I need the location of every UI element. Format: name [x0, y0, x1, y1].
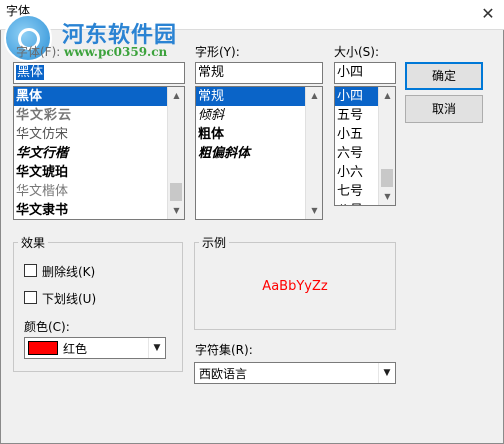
scroll-thumb[interactable]: [381, 169, 393, 187]
size-label: 大小(S):: [334, 45, 380, 59]
color-swatch: [28, 341, 58, 355]
color-value: 红色: [63, 342, 88, 356]
ok-button[interactable]: 确定: [405, 62, 483, 90]
font-input[interactable]: 黑体: [13, 62, 185, 84]
charset-select[interactable]: 西欧语言 ▼: [194, 362, 396, 384]
cancel-button[interactable]: 取消: [405, 95, 483, 123]
font-list[interactable]: 黑体 华文彩云 华文仿宋 华文行楷 华文琥珀 华文楷体 华文隶书 ▲ ▼: [13, 86, 185, 220]
style-input-value: 常规: [198, 65, 225, 80]
size-list[interactable]: 小四五号小五六号小六七号八号 ▲ ▼: [334, 86, 396, 206]
style-input[interactable]: 常规: [195, 62, 323, 84]
style-list-item[interactable]: 粗体: [196, 125, 322, 144]
chevron-down-icon[interactable]: ▼: [148, 338, 165, 358]
scroll-up-icon[interactable]: ▲: [306, 87, 322, 104]
size-input-value: 小四: [337, 65, 364, 80]
font-list-item[interactable]: 黑体: [14, 87, 184, 106]
charset-value: 西欧语言: [199, 367, 248, 381]
font-list-items: 黑体 华文彩云 华文仿宋 华文行楷 华文琥珀 华文楷体 华文隶书: [14, 87, 184, 219]
font-list-item[interactable]: 华文仿宋: [14, 125, 184, 144]
font-list-scrollbar[interactable]: ▲ ▼: [167, 87, 184, 219]
scroll-thumb[interactable]: [170, 183, 182, 201]
style-list[interactable]: 常规 倾斜 粗体 粗偏斜体 ▲ ▼: [195, 86, 323, 220]
scroll-down-icon[interactable]: ▼: [168, 202, 184, 219]
scroll-up-icon[interactable]: ▲: [168, 87, 184, 104]
sample-preview: AaBbYyZz: [194, 242, 396, 330]
font-list-item[interactable]: 华文琥珀: [14, 163, 184, 182]
scroll-up-icon[interactable]: ▲: [379, 87, 395, 104]
style-label: 字形(Y):: [195, 45, 240, 59]
strikeout-label[interactable]: 删除线(K): [42, 263, 95, 280]
style-list-items: 常规 倾斜 粗体 粗偏斜体: [196, 87, 322, 163]
size-list-scrollbar[interactable]: ▲ ▼: [378, 87, 395, 205]
style-list-item[interactable]: 倾斜: [196, 106, 322, 125]
effects-group-label: 效果: [18, 234, 49, 251]
underline-label: 下划线(U): [42, 292, 97, 306]
chevron-down-icon[interactable]: ▼: [378, 363, 395, 383]
style-list-item[interactable]: 粗偏斜体: [196, 144, 322, 163]
color-select[interactable]: 红色 ▼: [24, 337, 166, 359]
font-list-item[interactable]: 华文行楷: [14, 144, 184, 163]
font-list-item[interactable]: 华文隶书: [14, 201, 184, 219]
size-input[interactable]: 小四: [334, 62, 396, 84]
strikeout-checkbox[interactable]: [24, 264, 37, 277]
watermark-url: www.pc0359.cn: [64, 45, 168, 59]
sample-text: AaBbYyZz: [262, 278, 328, 294]
close-icon[interactable]: ✕: [478, 4, 498, 24]
charset-label: 字符集(R):: [195, 343, 253, 357]
underline-checkbox[interactable]: [24, 291, 37, 304]
font-input-value: 黑体: [16, 65, 45, 80]
scroll-down-icon[interactable]: ▼: [306, 202, 322, 219]
color-label: 颜色(C):: [24, 320, 70, 334]
font-label: 字体(F):: [16, 45, 61, 59]
font-list-item[interactable]: 华文彩云: [14, 106, 184, 125]
font-list-item[interactable]: 华文楷体: [14, 182, 184, 201]
style-list-scrollbar[interactable]: ▲ ▼: [305, 87, 322, 219]
scroll-down-icon[interactable]: ▼: [379, 188, 395, 205]
style-list-item[interactable]: 常规: [196, 87, 322, 106]
